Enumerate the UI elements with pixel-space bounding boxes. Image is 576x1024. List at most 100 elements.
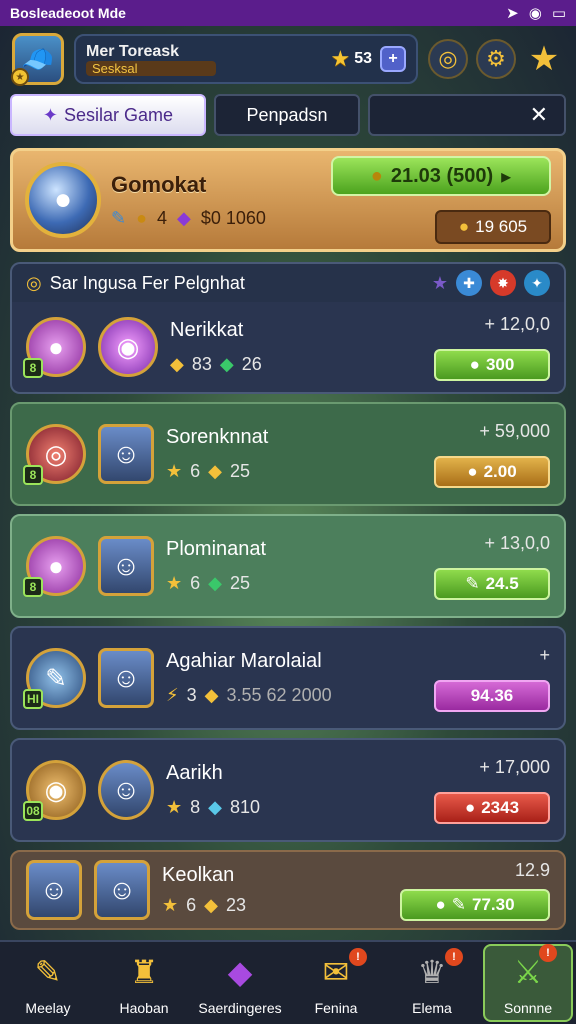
wifi-icon: ◉ — [528, 5, 542, 22]
row-info: Sorenknnat ★ 6 ◆ 25 — [166, 426, 422, 482]
nav-item-2[interactable]: ◆ Saerdingeres — [195, 950, 285, 1016]
notification-badge: ! — [445, 948, 463, 966]
avatar[interactable]: 🧢 ★ — [11, 33, 64, 86]
row-score: + 12,0,0 — [484, 313, 550, 334]
player-name: Mer Toreask — [86, 42, 180, 60]
row-action-button[interactable]: 94.36 — [434, 679, 550, 712]
orb-icon: ◉ — [98, 317, 158, 377]
list-row[interactable]: ◎ 8 ☺ Sorenknnat ★ 6 ◆ 25 + 59,000 ● 2.00 — [10, 402, 566, 506]
row-stat-2: 26 — [241, 354, 262, 374]
featured-brown-button[interactable]: ● 19 605 — [435, 210, 551, 244]
row-stats: ★ 6 ◆ 25 — [166, 573, 422, 594]
portrait-avatar: ☺ — [94, 860, 150, 920]
fire-icon[interactable]: ✸ — [490, 270, 516, 296]
gold-gem-icon: ◆ — [204, 895, 218, 915]
row-score: + 13,0,0 — [484, 532, 550, 553]
row-stat-1: 6 — [190, 573, 201, 593]
row-pill-value: 24.5 — [485, 573, 519, 593]
top-icons: ◎ ⚙ ★ — [428, 39, 564, 79]
row-level: 8 — [23, 358, 43, 378]
share-icon[interactable]: ✦ — [524, 270, 550, 296]
row-stat-1: 3 — [186, 685, 197, 705]
nav-item-5[interactable]: ⚔ ! Sonnne — [483, 944, 573, 1022]
notification-badge: ! — [539, 944, 557, 962]
player-panel[interactable]: Mer Toreask Sesksal ★ 53 + — [74, 34, 418, 84]
crystal-icon: ◆ — [227, 954, 253, 990]
gem-icon: ◆ — [176, 207, 191, 228]
row-action-button[interactable]: ● 300 — [434, 348, 550, 381]
list-row[interactable]: ☺ ☺ Keolkan ★ 6 ◆ 23 12.9 ● ✎ 77.30 — [10, 850, 566, 930]
row-right: + 13,0,0 ✎ 24.5 — [434, 533, 550, 600]
star-icon[interactable]: ★ — [524, 39, 564, 79]
nav-item-0[interactable]: ✎ Meelay — [3, 950, 93, 1016]
chest-icon: ◆ — [170, 354, 184, 374]
list-row[interactable]: ● 8 ☺ Plominanat ★ 6 ◆ 25 + 13,0,0 ✎ 24.5 — [10, 514, 566, 618]
featured-green-value: 21.03 (500) — [390, 164, 494, 187]
featured-info: Gomokat ✎ ● 4 ◆ $0 1060 — [111, 172, 321, 229]
list-row[interactable]: ◉ 08 ☺ Aarikh ★ 8 ◆ 810 + 17,000 ● 2343 — [10, 738, 566, 842]
info-icon[interactable]: ✚ — [456, 270, 482, 296]
battery-icon: ▭ — [551, 5, 566, 22]
row-stat-2: 25 — [230, 461, 251, 481]
tab-bar: ✦ Sesilar Game Penpadsn ✕ — [0, 94, 576, 138]
row-right: 12.9 ● ✎ 77.30 — [400, 860, 550, 921]
coin-icon: ● — [464, 797, 476, 817]
row-stat-2: 25 — [230, 573, 251, 593]
row-action-button[interactable]: ● 2343 — [434, 791, 550, 824]
row-action-button[interactable]: ● 2.00 — [434, 455, 550, 488]
gear-icon[interactable]: ⚙ — [476, 39, 516, 79]
row-info: Plominanat ★ 6 ◆ 25 — [166, 538, 422, 594]
gold-gem-icon: ◆ — [208, 461, 222, 481]
featured-card[interactable]: ● Gomokat ✎ ● 4 ◆ $0 1060 ● 21.03 (500) … — [10, 148, 566, 252]
feather-icon: ✎ — [451, 894, 466, 914]
star-icon: ★ — [166, 461, 183, 481]
status-icons: ➤ ◉ ▭ — [506, 4, 566, 22]
bottom-nav: ✎ Meelay ♜ Haoban ◆ Saerdingeres ✉ ! Fen… — [0, 940, 576, 1024]
add-currency-button[interactable]: + — [380, 46, 406, 72]
row-level: HI — [23, 689, 43, 709]
tab-active[interactable]: ✦ Sesilar Game — [10, 94, 206, 136]
row-pill-value: 300 — [485, 354, 515, 374]
nav-label: Fenina — [314, 1000, 358, 1016]
row-stat-2: 810 — [230, 797, 261, 817]
row-stat-1: 83 — [191, 354, 212, 374]
row-pill-value: 94.36 — [470, 685, 514, 705]
globe-icon: ● — [469, 354, 480, 374]
tab-close[interactable]: ✕ — [368, 94, 566, 136]
status-title: Bosleadeoot Mde — [10, 5, 126, 21]
row-stat-2: 23 — [226, 895, 247, 915]
row-score: 12.9 — [514, 859, 550, 880]
notification-badge: ! — [349, 948, 367, 966]
feather-icon: ✎ — [111, 207, 127, 228]
row-stat-1: 8 — [190, 797, 201, 817]
row-score: + 17,000 — [479, 756, 550, 777]
featured-brown-value: 19 605 — [475, 217, 528, 236]
status-bar: Bosleadeoot Mde ➤ ◉ ▭ — [0, 0, 576, 26]
row-right: + 17,000 ● 2343 — [434, 757, 550, 824]
nav-item-1[interactable]: ♜ Haoban — [99, 950, 189, 1016]
nav-label: Haoban — [119, 1000, 169, 1016]
arrow-right-icon: ▸ — [501, 165, 512, 188]
featured-stat-b: $0 1060 — [200, 207, 266, 228]
gold-gem-icon: ◆ — [204, 685, 219, 705]
location-icon: ➤ — [506, 5, 519, 22]
row-name: Sorenknnat — [166, 426, 269, 448]
nav-item-3[interactable]: ✉ ! Fenina — [291, 948, 381, 1016]
row-stats: ◆ 83 ◆ 26 — [170, 354, 422, 375]
nav-label: Meelay — [25, 1000, 71, 1016]
portrait-avatar: ☺ — [98, 760, 154, 820]
featured-green-button[interactable]: ● 21.03 (500) ▸ — [331, 156, 551, 196]
list-row[interactable]: ✎ HI ☺ Agahiar Marolaial ⚡ 3 ◆ 3.55 62 20… — [10, 626, 566, 730]
list-row[interactable]: ● 8 ◉ Nerikkat ◆ 83 ◆ 26 + 12,0,0 ● 300 — [10, 302, 566, 394]
row-pill-value: 2343 — [481, 797, 520, 817]
tab-second[interactable]: Penpadsn — [214, 94, 360, 136]
coin-icon[interactable]: ◎ — [428, 39, 468, 79]
row-name: Nerikkat — [170, 319, 244, 341]
nav-item-4[interactable]: ♛ ! Elema — [387, 948, 477, 1016]
coin-icon: ● — [370, 164, 383, 187]
star-icon: ★ — [166, 573, 183, 593]
row-action-button[interactable]: ✎ 24.5 — [434, 567, 550, 600]
puzzle-icon: ✦ — [42, 104, 59, 125]
lightning-icon: ⚡ — [166, 685, 179, 705]
row-action-button[interactable]: ● ✎ 77.30 — [400, 888, 550, 921]
